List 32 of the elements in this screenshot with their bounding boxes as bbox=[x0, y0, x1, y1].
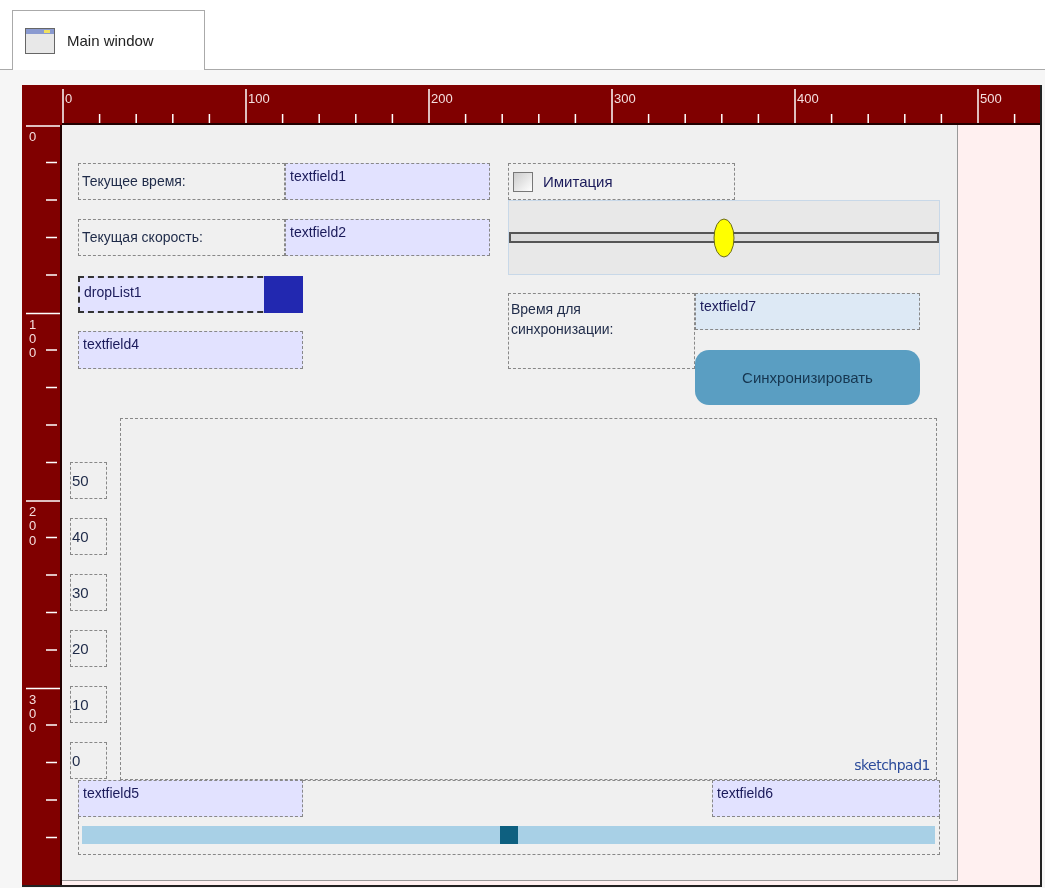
axis-label: 40 bbox=[70, 518, 107, 555]
ruler-label: 500 bbox=[980, 91, 1002, 106]
ruler-label: 300 bbox=[29, 692, 37, 736]
text-field[interactable]: textfield5 bbox=[78, 780, 303, 817]
axis-label: 20 bbox=[70, 630, 107, 667]
slider-thumb[interactable] bbox=[713, 218, 735, 258]
ruler-label: 100 bbox=[29, 317, 37, 361]
axis-label: 0 bbox=[70, 742, 107, 779]
sketchpad-label: sketchpad1 bbox=[854, 757, 930, 773]
ruler-label: 300 bbox=[614, 91, 636, 106]
dropdown[interactable]: dropList1 bbox=[78, 276, 303, 313]
checkbox[interactable] bbox=[513, 171, 533, 192]
ruler-label: 400 bbox=[797, 91, 819, 106]
tab[interactable]: Main window bbox=[12, 10, 205, 70]
axis-label: 10 bbox=[70, 686, 107, 723]
slider[interactable] bbox=[82, 826, 935, 844]
ruler-label: 200 bbox=[29, 505, 37, 548]
text-field[interactable]: textfield1 bbox=[285, 163, 490, 200]
window-icon bbox=[25, 27, 55, 54]
slider[interactable] bbox=[508, 200, 940, 275]
axis-label: 30 bbox=[70, 574, 107, 611]
text-field[interactable]: textfield6 bbox=[712, 780, 940, 817]
sync-button[interactable]: Синхронизировать bbox=[695, 350, 920, 405]
text-field[interactable]: textfield4 bbox=[78, 331, 303, 369]
axis-label: 50 bbox=[70, 462, 107, 499]
ruler-label: 200 bbox=[431, 91, 453, 106]
ruler-label: 0 bbox=[65, 91, 73, 106]
text-field[interactable]: textfield2 bbox=[285, 219, 490, 256]
slider-thumb[interactable] bbox=[499, 826, 518, 844]
text-field[interactable]: textfield7 bbox=[695, 293, 920, 330]
ruler-label: 0 bbox=[29, 130, 37, 145]
ruler-label: 100 bbox=[248, 91, 270, 106]
